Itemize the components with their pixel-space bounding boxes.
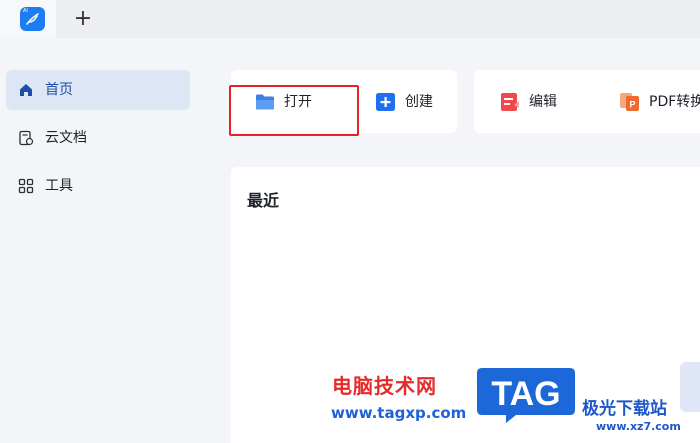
pdf-convert-button[interactable]: P PDF转换 (620, 82, 700, 122)
create-button[interactable]: 创建 (376, 82, 456, 122)
tab-bar: AI + (0, 0, 700, 38)
app-logo: AI (20, 7, 45, 31)
watermark-cn-text: 电脑技术网 (332, 374, 437, 398)
sidebar: 首页 云文档 工具 (0, 38, 197, 443)
edit-document-icon (501, 93, 519, 111)
plus-square-icon (376, 93, 395, 111)
pdf-convert-icon: P (620, 93, 639, 111)
cloud-document-icon (19, 130, 34, 146)
recent-title: 最近 (247, 191, 280, 210)
pdf-convert-label: PDF转换 (649, 94, 700, 110)
new-tab-button[interactable]: + (71, 7, 95, 31)
watermark-tag-logo: TAG (477, 368, 575, 423)
sidebar-item-label: 云文档 (45, 130, 87, 146)
watermark-site-url: www.xz7.com (596, 420, 681, 433)
sidebar-item-label: 工具 (45, 178, 73, 194)
grid-tools-icon (18, 178, 34, 194)
watermark-site-cn: 极光下载站 (582, 399, 667, 419)
sidebar-item-tools[interactable]: 工具 (6, 166, 190, 206)
create-label: 创建 (405, 94, 433, 110)
svg-text:P: P (630, 100, 636, 110)
side-float-button[interactable] (680, 362, 700, 412)
watermark-tag-text: TAG (491, 375, 560, 413)
edit-label: 编辑 (529, 94, 557, 110)
sidebar-item-home[interactable]: 首页 (6, 70, 190, 110)
annotation-highlight-box (229, 85, 359, 136)
edit-button[interactable]: 编辑 (500, 82, 580, 122)
app-tab[interactable]: AI (0, 0, 56, 38)
sidebar-item-cloud-docs[interactable]: 云文档 (6, 118, 190, 158)
feather-icon (26, 13, 39, 25)
sidebar-item-label: 首页 (45, 82, 73, 98)
watermark-url: www.tagxp.com (331, 404, 467, 422)
home-icon (20, 84, 32, 96)
